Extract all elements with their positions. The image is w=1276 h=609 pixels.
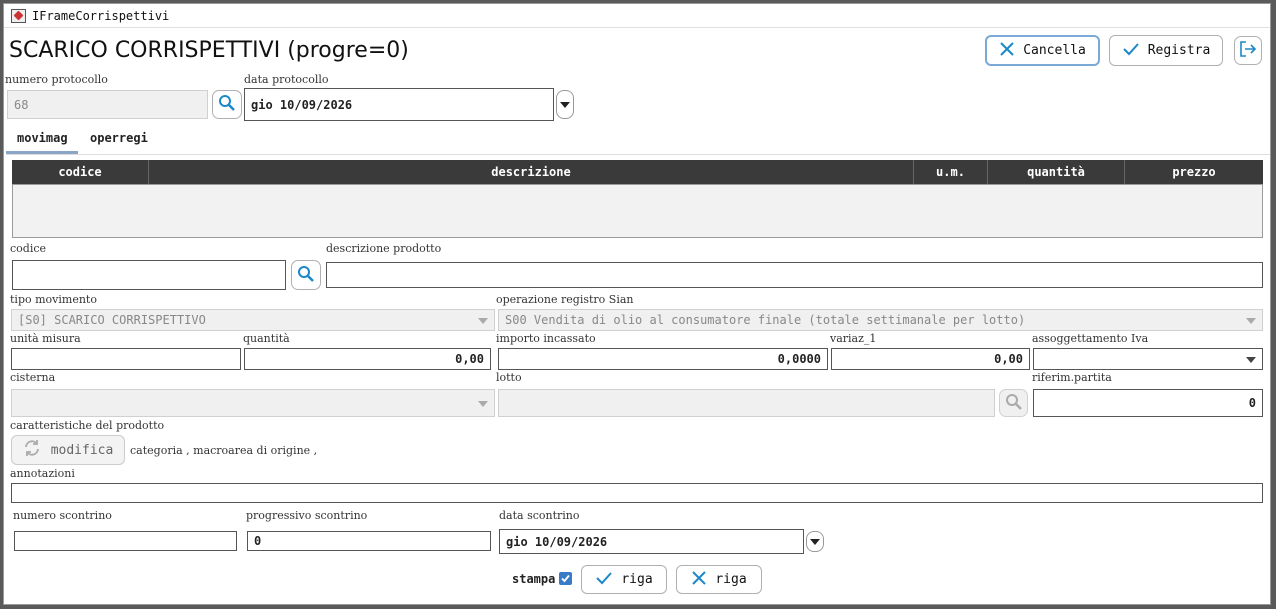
variaz-label: variaz_1 — [830, 332, 877, 345]
lotto-label: lotto — [496, 371, 522, 384]
close-icon — [691, 570, 707, 590]
scontrino-data-field[interactable]: gio 10/09/2026 — [499, 529, 804, 554]
lotto-search-button[interactable] — [999, 389, 1028, 417]
column-prezzo[interactable]: prezzo — [1125, 160, 1263, 184]
quantita-label: quantità — [243, 332, 290, 345]
title-bar[interactable]: IFrameCorrispettivi — [4, 4, 1270, 28]
cisterna-select[interactable] — [11, 389, 495, 417]
stampa-label: stampa — [512, 572, 556, 586]
page-title: SCARICO CORRISPETTIVI (progre=0) — [9, 38, 409, 63]
iva-label: assoggettamento Iva — [1032, 332, 1149, 345]
confirm-row-button[interactable]: riga — [581, 565, 667, 594]
chevron-down-icon — [1246, 357, 1256, 363]
scontrino-data-label: data scontrino — [499, 509, 580, 522]
checkmark-icon — [561, 574, 570, 583]
check-icon — [595, 570, 613, 590]
exit-button[interactable] — [1234, 36, 1262, 65]
refresh-icon — [23, 439, 41, 461]
operazione-label: operazione registro Sian — [496, 293, 634, 306]
lotto-input[interactable] — [498, 389, 995, 417]
codice-search-button[interactable] — [291, 260, 321, 290]
variaz-input[interactable]: 0,00 — [831, 348, 1030, 370]
app-icon — [11, 9, 26, 23]
exit-icon — [1239, 40, 1257, 61]
protocol-number-label: numero protocollo — [5, 73, 108, 86]
close-icon — [999, 41, 1015, 61]
protocol-number-field[interactable]: 68 — [7, 90, 208, 119]
importo-input[interactable]: 0,0000 — [498, 348, 828, 370]
scontrino-prog-label: progressivo scontrino — [246, 509, 368, 522]
tab-operregi[interactable]: operregi — [90, 131, 148, 145]
stampa-checkbox[interactable] — [559, 572, 572, 585]
codice-input[interactable] — [12, 260, 286, 290]
caratteristiche-text: categoria , macroarea di origine , — [130, 444, 318, 457]
quantita-input[interactable]: 0,00 — [244, 348, 491, 370]
descrizione-input[interactable] — [326, 262, 1263, 288]
search-icon — [218, 94, 236, 115]
codice-label: codice — [10, 242, 47, 255]
modifica-button[interactable]: modifica — [11, 435, 125, 465]
save-button-label: Registra — [1147, 43, 1211, 58]
column-descrizione[interactable]: descrizione — [149, 160, 914, 184]
descrizione-label: descrizione prodotto — [326, 242, 442, 255]
modifica-button-label: modifica — [50, 442, 114, 458]
importo-label: importo incassato — [496, 332, 596, 345]
column-um[interactable]: u.m. — [914, 160, 988, 184]
tab-divider — [6, 154, 1270, 155]
tab-movimag[interactable]: movimag — [17, 131, 68, 145]
column-codice[interactable]: codice — [12, 160, 149, 184]
partita-input[interactable]: 0 — [1033, 389, 1263, 417]
delete-row-button[interactable]: riga — [676, 565, 762, 594]
caratteristiche-label: caratteristiche del prodotto — [10, 419, 165, 432]
scontrino-num-label: numero scontrino — [13, 509, 112, 522]
chevron-down-icon — [478, 318, 488, 324]
unita-input[interactable] — [11, 348, 241, 370]
operazione-select[interactable]: S00 Vendita di olio al consumatore final… — [498, 309, 1263, 331]
items-table: codice descrizione u.m. quantità prezzo — [12, 160, 1263, 238]
operazione-value: S00 Vendita di olio al consumatore final… — [505, 313, 1026, 327]
protocol-search-button[interactable] — [212, 90, 242, 119]
unita-label: unità misura — [10, 332, 81, 345]
protocol-date-dropdown[interactable] — [556, 90, 574, 119]
tipo-movimento-label: tipo movimento — [10, 293, 97, 306]
save-button[interactable]: Registra — [1109, 35, 1223, 66]
chevron-down-icon — [478, 401, 488, 407]
scontrino-prog-input[interactable]: 0 — [247, 531, 491, 551]
scontrino-data-dropdown[interactable] — [806, 531, 824, 552]
tipo-movimento-value: [S0] SCARICO CORRISPETTIVO — [18, 313, 206, 327]
table-header: codice descrizione u.m. quantità prezzo — [12, 160, 1263, 184]
cisterna-label: cisterna — [10, 371, 56, 384]
scontrino-num-input[interactable] — [14, 531, 237, 551]
partita-label: riferim.partita — [1032, 371, 1112, 384]
column-quantita[interactable]: quantità — [988, 160, 1125, 184]
annotazioni-label: annotazioni — [10, 467, 75, 480]
search-icon — [1005, 393, 1023, 414]
main-window: IFrameCorrispettivi SCARICO CORRISPETTIV… — [3, 3, 1271, 605]
confirm-row-label: riga — [621, 572, 653, 587]
chevron-down-icon — [1246, 318, 1256, 324]
search-icon — [297, 265, 315, 286]
table-body[interactable] — [12, 184, 1263, 238]
iva-select[interactable] — [1033, 348, 1263, 370]
delete-row-label: riga — [715, 572, 747, 587]
check-icon — [1122, 41, 1140, 61]
annotazioni-input[interactable] — [11, 483, 1263, 503]
window-title: IFrameCorrispettivi — [32, 9, 170, 23]
tipo-movimento-select[interactable]: [S0] SCARICO CORRISPETTIVO — [11, 309, 495, 331]
protocol-date-field[interactable]: gio 10/09/2026 — [244, 88, 554, 121]
cancel-button[interactable]: Cancella — [985, 35, 1100, 66]
protocol-date-label: data protocollo — [244, 73, 329, 86]
cancel-button-label: Cancella — [1023, 43, 1086, 58]
